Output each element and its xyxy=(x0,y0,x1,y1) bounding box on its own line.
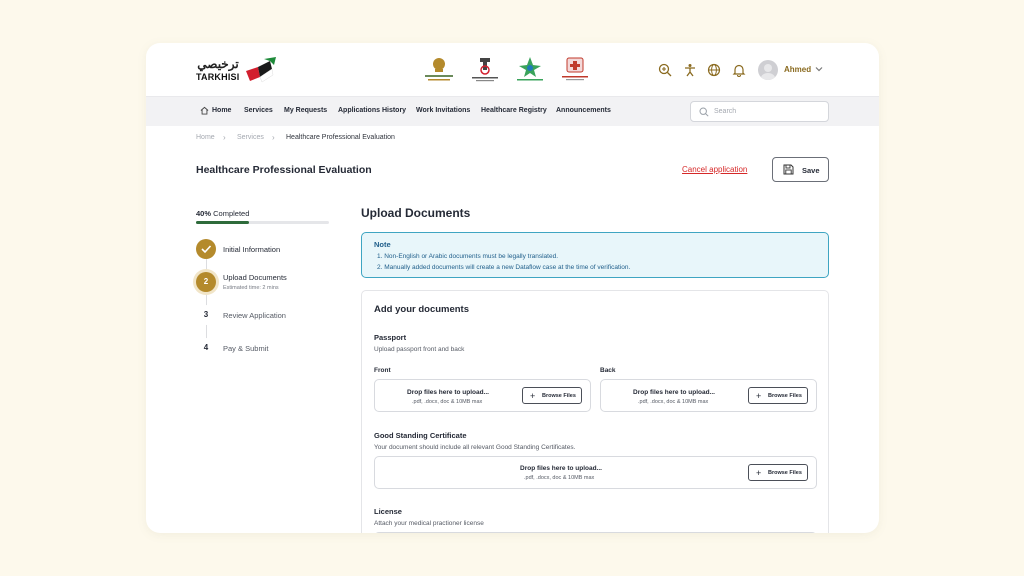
bell-icon[interactable] xyxy=(732,63,746,77)
user-name[interactable]: Ahmed xyxy=(784,65,811,74)
dropzone-text: Drop files here to upload... xyxy=(520,465,602,472)
passport-front-label: Front xyxy=(374,367,391,374)
step-2-number[interactable]: 2 xyxy=(196,272,216,292)
user-avatar[interactable] xyxy=(758,60,778,80)
search-input[interactable]: Search xyxy=(690,101,829,122)
progress-label: 40% Completed xyxy=(196,209,249,218)
browse-files-button[interactable]: + Browse Files xyxy=(748,387,808,404)
dropzone-hint: .pdf, .docx, doc & 10MB max xyxy=(638,399,709,405)
uae-flag-mark-icon xyxy=(246,57,276,83)
step-1-check-icon[interactable] xyxy=(196,239,216,259)
nav-applications-history[interactable]: Applications History xyxy=(338,107,406,114)
breadcrumb-home[interactable]: Home xyxy=(196,134,215,141)
card-title: Add your documents xyxy=(374,304,470,315)
progress-bar-fill xyxy=(196,221,250,224)
step-2-label[interactable]: Upload Documents xyxy=(223,273,287,282)
nav-my-requests[interactable]: My Requests xyxy=(284,107,327,114)
app-window: ترخيصي TARKHISI Ahmed Home Services My R… xyxy=(146,43,879,533)
step-3-number[interactable]: 3 xyxy=(196,305,216,325)
save-label: Save xyxy=(802,166,820,175)
logo-english-text: TARKHISI xyxy=(196,72,240,82)
progress-percent: 40% xyxy=(196,209,212,218)
browse-files-button[interactable]: + Browse Files xyxy=(522,387,582,404)
good-standing-dropzone[interactable]: Drop files here to upload... .pdf, .docx… xyxy=(374,456,817,489)
save-icon xyxy=(783,164,794,175)
breadcrumb-separator-icon: › xyxy=(223,133,226,142)
browse-files-label: Browse Files xyxy=(768,393,802,399)
good-standing-subtitle: Your document should include all relevan… xyxy=(374,444,576,451)
dropzone-hint: .pdf, .docx, doc & 10MB max xyxy=(412,399,483,405)
dropzone-hint: .pdf, .docx, doc & 10MB max xyxy=(524,475,595,481)
step-2-estimated-time: Estimated time: 2 mins xyxy=(223,285,279,291)
step-1-label[interactable]: Initial Information xyxy=(223,245,280,254)
breadcrumb-services[interactable]: Services xyxy=(237,134,264,141)
step-4-number[interactable]: 4 xyxy=(196,338,216,358)
plus-icon: + xyxy=(530,391,536,401)
search-icon xyxy=(699,107,709,117)
passport-back-label: Back xyxy=(600,367,616,374)
department-of-health-emblem-icon xyxy=(472,58,498,82)
documents-card: Add your documents Passport Upload passp… xyxy=(361,290,829,533)
nav-services[interactable]: Services xyxy=(244,107,273,114)
note-line-1: 1. Non-English or Arabic documents must … xyxy=(377,253,559,260)
section-title: Upload Documents xyxy=(361,206,471,220)
plus-icon: + xyxy=(756,391,762,401)
breadcrumb-current: Healthcare Professional Evaluation xyxy=(286,134,395,141)
nav-work-invitations[interactable]: Work Invitations xyxy=(416,107,470,114)
dropzone-text: Drop files here to upload... xyxy=(633,389,715,396)
zoom-icon[interactable] xyxy=(658,63,672,77)
page-title: Healthcare Professional Evaluation xyxy=(196,164,372,176)
passport-subtitle: Upload passport front and back xyxy=(374,346,465,353)
logo-arabic-text: ترخيصي xyxy=(197,57,239,71)
browse-files-button[interactable]: + Browse Files xyxy=(748,464,808,481)
license-title: License xyxy=(374,507,402,516)
step-3-label[interactable]: Review Application xyxy=(223,311,286,320)
nav-announcements[interactable]: Announcements xyxy=(556,107,611,114)
abu-dhabi-health-emblem-icon xyxy=(517,57,543,81)
breadcrumb-separator-icon: › xyxy=(272,133,275,142)
nav-home[interactable]: Home xyxy=(212,107,231,114)
passport-front-dropzone[interactable]: Drop files here to upload... .pdf, .docx… xyxy=(374,379,591,412)
step-4-label[interactable]: Pay & Submit xyxy=(223,344,268,353)
passport-back-dropzone[interactable]: Drop files here to upload... .pdf, .docx… xyxy=(600,379,817,412)
note-line-2: 2. Manually added documents will create … xyxy=(377,264,631,271)
main-navigation: Home Services My Requests Applications H… xyxy=(146,96,879,126)
dropzone-text: Drop files here to upload... xyxy=(407,389,489,396)
healthcare-authority-emblem-icon xyxy=(562,57,588,81)
passport-title: Passport xyxy=(374,333,407,342)
note-box: Note 1. Non-English or Arabic documents … xyxy=(361,232,829,278)
license-dropzone[interactable] xyxy=(374,532,817,533)
globe-icon[interactable] xyxy=(707,63,721,77)
check-icon xyxy=(201,245,212,254)
government-emblem-icon xyxy=(425,58,453,81)
chevron-down-icon[interactable] xyxy=(814,64,824,74)
nav-healthcare-registry[interactable]: Healthcare Registry xyxy=(481,107,547,114)
cancel-application-link[interactable]: Cancel application xyxy=(682,165,747,174)
browse-files-label: Browse Files xyxy=(768,470,802,476)
accessibility-icon[interactable] xyxy=(683,63,697,77)
license-subtitle: Attach your medical practioner license xyxy=(374,520,484,527)
search-placeholder: Search xyxy=(714,108,737,115)
home-icon[interactable] xyxy=(200,106,209,115)
tarkhisi-logo[interactable]: ترخيصي TARKHISI xyxy=(196,57,286,85)
note-title: Note xyxy=(374,240,391,249)
progress-suffix: Completed xyxy=(213,209,250,218)
top-header: ترخيصي TARKHISI Ahmed xyxy=(146,43,879,96)
progress-bar xyxy=(196,221,329,224)
browse-files-label: Browse Files xyxy=(542,393,576,399)
plus-icon: + xyxy=(756,468,762,478)
save-button[interactable]: Save xyxy=(772,157,829,182)
good-standing-title: Good Standing Certificate xyxy=(374,431,467,440)
